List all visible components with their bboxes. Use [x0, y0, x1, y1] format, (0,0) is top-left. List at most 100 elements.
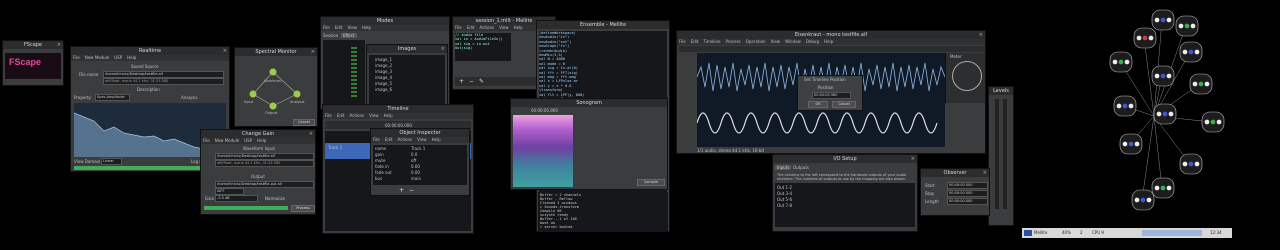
attr-value[interactable]: main — [411, 176, 421, 181]
list-item[interactable]: image_2 — [375, 63, 392, 68]
node-port[interactable] — [1122, 141, 1128, 147]
observer-value[interactable]: 00:00:00.000 — [947, 182, 988, 189]
node-port[interactable] — [1166, 17, 1172, 23]
cancel-button[interactable]: Cancel — [293, 119, 315, 126]
node-port[interactable] — [1128, 141, 1134, 147]
io-row[interactable]: Out 3-4 — [777, 191, 792, 196]
graph-node[interactable] — [269, 102, 277, 110]
node-cluster[interactable] — [1153, 103, 1177, 125]
list-item[interactable]: image_3 — [375, 69, 392, 74]
node-cluster[interactable] — [1131, 189, 1155, 211]
close-icon[interactable]: × — [57, 41, 61, 49]
node-port[interactable] — [1146, 197, 1152, 203]
node-port[interactable] — [1134, 141, 1140, 147]
node-port[interactable] — [1210, 119, 1216, 125]
node-port[interactable] — [1216, 119, 1222, 125]
node-port[interactable] — [1160, 73, 1166, 79]
list-item[interactable]: image_1 — [375, 57, 392, 62]
attr-value[interactable]: 0.0 — [411, 152, 417, 157]
io-row[interactable]: Out 7-8 — [777, 203, 792, 208]
node-cluster[interactable] — [1133, 27, 1157, 49]
menu-operation[interactable]: Operation — [746, 39, 766, 44]
realtime-titlebar[interactable]: Realtime × — [71, 47, 229, 55]
menu-file[interactable]: File — [679, 39, 686, 44]
node-port[interactable] — [1166, 73, 1172, 79]
menu-file[interactable]: File — [203, 138, 210, 143]
menu-view[interactable]: View — [417, 137, 427, 142]
menu-view[interactable]: View — [771, 39, 781, 44]
remove-icon[interactable]: − — [469, 78, 474, 85]
node-cluster[interactable] — [1175, 15, 1199, 37]
cluster-graph[interactable] — [1030, 4, 1260, 226]
menu-new-module[interactable]: New Module — [85, 55, 110, 60]
node-port[interactable] — [1154, 17, 1160, 23]
attr-value[interactable]: 0.00 — [411, 164, 420, 169]
list-item[interactable]: image_4 — [375, 75, 392, 80]
menu-actions[interactable]: Actions — [479, 25, 494, 30]
list-item[interactable]: image_6 — [375, 87, 392, 92]
node-cluster[interactable] — [1151, 65, 1175, 87]
cancel-button[interactable]: Cancel — [832, 101, 856, 108]
node-port[interactable] — [1122, 103, 1128, 109]
attr-value[interactable]: 0.00 — [411, 170, 420, 175]
attr-value[interactable]: Track 1 — [411, 146, 425, 151]
menu-help[interactable]: Help — [432, 137, 441, 142]
modes-titlebar[interactable]: Modes — [321, 17, 449, 25]
menu-edit[interactable]: Edit — [335, 25, 343, 30]
node-port[interactable] — [1148, 35, 1154, 41]
file-input[interactable]: /home/hhrutz/Desktop/testfile.aif — [103, 71, 224, 78]
node-port[interactable] — [1204, 119, 1210, 125]
menu-process[interactable]: Process — [725, 39, 740, 44]
normalize-checkbox[interactable]: Normalize — [265, 196, 285, 201]
ok-button[interactable]: OK — [808, 101, 828, 108]
levels-titlebar[interactable]: Levels — [989, 87, 1013, 95]
add-icon[interactable]: + — [399, 187, 404, 194]
observer-value[interactable]: 00:00:00.000 — [947, 198, 988, 205]
spectral-titlebar[interactable]: Spectral Monitor × — [235, 48, 317, 56]
menu-help[interactable]: Help — [824, 39, 833, 44]
node-port[interactable] — [1156, 111, 1162, 117]
node-port[interactable] — [1182, 49, 1188, 55]
process-button[interactable]: Process — [291, 205, 315, 212]
close-icon[interactable]: × — [911, 155, 915, 163]
tab-inputs[interactable]: Inputs — [775, 165, 792, 170]
taskbar-item[interactable]: 40% — [1062, 230, 1071, 235]
compile-button[interactable]: Compile — [637, 179, 665, 186]
close-icon[interactable]: × — [441, 45, 445, 53]
gain-input[interactable]: -3.0 dB — [215, 195, 258, 202]
node-cluster[interactable] — [1179, 41, 1203, 63]
timeline-titlebar[interactable]: Timeline — [323, 105, 473, 113]
menu-file[interactable]: File — [455, 25, 462, 30]
tab-outputs[interactable]: Outputs — [793, 165, 809, 170]
menu-file[interactable]: File — [373, 137, 380, 142]
node-port[interactable] — [1134, 197, 1140, 203]
close-icon[interactable]: × — [223, 47, 227, 55]
menu-view[interactable]: View — [499, 25, 509, 30]
menu-help[interactable]: Help — [127, 55, 136, 60]
node-port[interactable] — [1188, 49, 1194, 55]
close-icon[interactable]: × — [309, 130, 313, 138]
menu-help[interactable]: Help — [362, 25, 371, 30]
output-format-select[interactable]: AIFF — [215, 188, 244, 195]
add-icon[interactable]: + — [459, 78, 464, 85]
node-port[interactable] — [1124, 59, 1130, 65]
taskbar-item[interactable]: 2 — [1080, 230, 1083, 235]
menu-edit[interactable]: Edit — [385, 137, 393, 142]
edit-icon[interactable]: ✎ — [479, 78, 484, 85]
node-port[interactable] — [1168, 111, 1174, 117]
node-cluster[interactable] — [1109, 51, 1133, 73]
node-cluster[interactable] — [1119, 133, 1143, 155]
node-cluster[interactable] — [1201, 111, 1225, 133]
menu-timeline[interactable]: Timeline — [703, 39, 720, 44]
dial-knob[interactable] — [952, 61, 982, 91]
menu-help[interactable]: Help — [257, 138, 266, 143]
node-port[interactable] — [1192, 81, 1198, 87]
observer-value[interactable]: 00:00:00.000 — [947, 190, 988, 197]
eisenkraut-titlebar[interactable]: Eisenkraut - mono testfile.aif × — [677, 31, 985, 39]
node-cluster[interactable] — [1113, 95, 1137, 117]
menu-help[interactable]: Help — [384, 113, 393, 118]
node-port[interactable] — [1136, 35, 1142, 41]
menu-actions[interactable]: Actions — [349, 113, 364, 118]
output-file-field[interactable]: /home/hhrutz/Desktop/testfile-out.aif — [215, 181, 314, 188]
node-port[interactable] — [1184, 23, 1190, 29]
